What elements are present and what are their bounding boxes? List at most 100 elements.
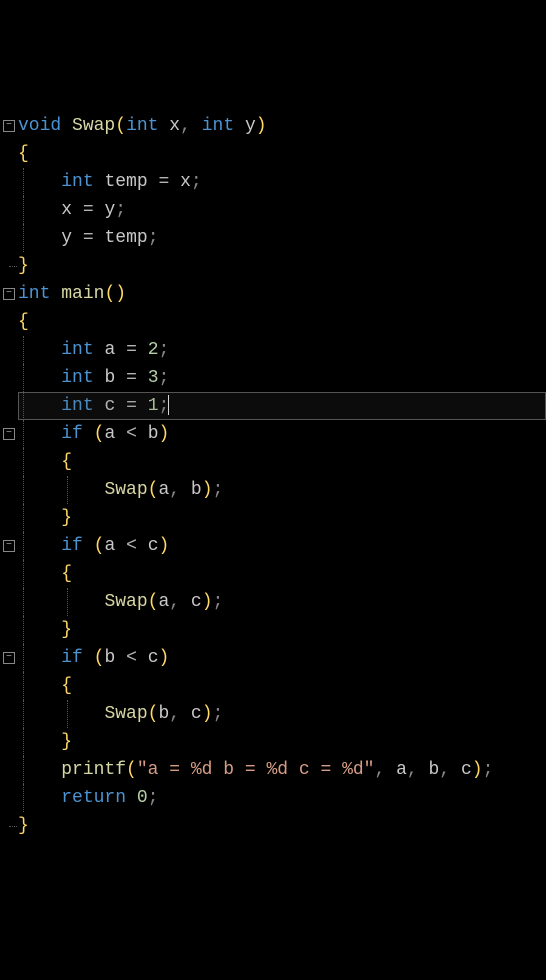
identifier-token: c bbox=[104, 396, 115, 416]
operator-token: < bbox=[126, 648, 137, 668]
code-content[interactable]: int main() bbox=[18, 280, 546, 308]
whitespace bbox=[29, 588, 61, 616]
bracket-token: ) bbox=[115, 284, 126, 304]
fold-minus-icon[interactable]: − bbox=[3, 120, 15, 132]
punct-token: ; bbox=[148, 228, 159, 248]
code-line[interactable]: } bbox=[0, 616, 546, 644]
code-content[interactable]: { bbox=[18, 448, 546, 476]
code-line[interactable]: } bbox=[0, 812, 546, 840]
code-line[interactable]: Swap(a, c); bbox=[0, 588, 546, 616]
bracket-token: ( bbox=[126, 760, 137, 780]
whitespace bbox=[18, 732, 29, 752]
code-content[interactable]: } bbox=[18, 812, 546, 840]
whitespace bbox=[29, 560, 61, 588]
code-content[interactable]: } bbox=[18, 616, 546, 644]
code-content[interactable]: if (a < b) bbox=[18, 420, 546, 448]
function-token: Swap bbox=[72, 116, 115, 136]
whitespace bbox=[115, 336, 126, 364]
code-line[interactable]: return 0; bbox=[0, 784, 546, 812]
whitespace bbox=[29, 196, 61, 224]
code-editor[interactable]: −void Swap(int x, int y){ int temp = x; … bbox=[0, 112, 546, 840]
whitespace bbox=[83, 532, 94, 560]
code-content[interactable]: } bbox=[18, 504, 546, 532]
whitespace bbox=[18, 452, 29, 472]
code-content[interactable]: { bbox=[18, 672, 546, 700]
code-line[interactable]: { bbox=[0, 672, 546, 700]
number-token: 2 bbox=[148, 340, 159, 360]
code-line[interactable]: −void Swap(int x, int y) bbox=[0, 112, 546, 140]
code-line[interactable]: { bbox=[0, 560, 546, 588]
keyword-token: void bbox=[18, 116, 61, 136]
code-content[interactable]: if (b < c) bbox=[18, 644, 546, 672]
whitespace bbox=[169, 168, 180, 196]
code-line[interactable]: printf("a = %d b = %d c = %d", a, b, c); bbox=[0, 756, 546, 784]
whitespace bbox=[29, 784, 61, 812]
punct-token: , bbox=[169, 704, 180, 724]
whitespace bbox=[180, 588, 191, 616]
code-line[interactable]: int temp = x; bbox=[0, 168, 546, 196]
whitespace bbox=[29, 700, 61, 728]
code-content[interactable]: int c = 1; bbox=[18, 392, 546, 420]
whitespace bbox=[137, 336, 148, 364]
code-content[interactable]: { bbox=[18, 560, 546, 588]
code-content[interactable]: x = y; bbox=[18, 196, 546, 224]
code-content[interactable]: Swap(a, b); bbox=[18, 476, 546, 504]
code-line[interactable]: } bbox=[0, 504, 546, 532]
whitespace bbox=[18, 536, 29, 556]
code-content[interactable]: printf("a = %d b = %d c = %d", a, b, c); bbox=[18, 756, 546, 784]
code-content[interactable]: { bbox=[18, 308, 546, 336]
code-line[interactable]: int b = 3; bbox=[0, 364, 546, 392]
whitespace bbox=[29, 728, 61, 756]
identifier-token: b bbox=[158, 704, 169, 724]
whitespace bbox=[126, 784, 137, 812]
identifier-token: c bbox=[191, 592, 202, 612]
code-content[interactable]: } bbox=[18, 252, 546, 280]
gutter: − bbox=[0, 428, 18, 440]
code-line[interactable]: − if (b < c) bbox=[0, 644, 546, 672]
code-content[interactable]: return 0; bbox=[18, 784, 546, 812]
whitespace bbox=[29, 448, 61, 476]
code-content[interactable]: { bbox=[18, 140, 546, 168]
identifier-token: b bbox=[104, 648, 115, 668]
code-line[interactable]: x = y; bbox=[0, 196, 546, 224]
code-content[interactable]: y = temp; bbox=[18, 224, 546, 252]
fold-minus-icon[interactable]: − bbox=[3, 428, 15, 440]
code-line[interactable]: { bbox=[0, 140, 546, 168]
code-content[interactable]: Swap(b, c); bbox=[18, 700, 546, 728]
code-line[interactable]: int a = 2; bbox=[0, 336, 546, 364]
bracket-token: ) bbox=[472, 760, 483, 780]
code-line[interactable]: } bbox=[0, 252, 546, 280]
code-content[interactable]: if (a < c) bbox=[18, 532, 546, 560]
code-line[interactable]: Swap(a, b); bbox=[0, 476, 546, 504]
identifier-token: y bbox=[61, 228, 72, 248]
code-content[interactable]: int temp = x; bbox=[18, 168, 546, 196]
fold-minus-icon[interactable]: − bbox=[3, 652, 15, 664]
identifier-token: temp bbox=[104, 228, 147, 248]
code-line[interactable]: } bbox=[0, 728, 546, 756]
code-line[interactable]: Swap(b, c); bbox=[0, 700, 546, 728]
whitespace bbox=[72, 196, 83, 224]
code-content[interactable]: void Swap(int x, int y) bbox=[18, 112, 546, 140]
punct-token: ; bbox=[148, 788, 159, 808]
whitespace bbox=[18, 340, 29, 360]
code-line[interactable]: int c = 1; bbox=[0, 392, 546, 420]
code-line[interactable]: −int main() bbox=[0, 280, 546, 308]
punct-token: , bbox=[169, 480, 180, 500]
code-content[interactable]: } bbox=[18, 728, 546, 756]
bracket-token: ) bbox=[159, 648, 170, 668]
code-line[interactable]: − if (a < b) bbox=[0, 420, 546, 448]
code-content[interactable]: Swap(a, c); bbox=[18, 588, 546, 616]
whitespace bbox=[115, 364, 126, 392]
identifier-token: c bbox=[148, 536, 159, 556]
code-content[interactable]: int b = 3; bbox=[18, 364, 546, 392]
code-line[interactable]: { bbox=[0, 448, 546, 476]
fold-minus-icon[interactable]: − bbox=[3, 288, 15, 300]
operator-token: = bbox=[126, 340, 137, 360]
code-line[interactable]: − if (a < c) bbox=[0, 532, 546, 560]
fold-minus-icon[interactable]: − bbox=[3, 540, 15, 552]
code-content[interactable]: int a = 2; bbox=[18, 336, 546, 364]
whitespace bbox=[18, 508, 29, 528]
code-line[interactable]: y = temp; bbox=[0, 224, 546, 252]
bracket-token: } bbox=[18, 256, 29, 276]
code-line[interactable]: { bbox=[0, 308, 546, 336]
